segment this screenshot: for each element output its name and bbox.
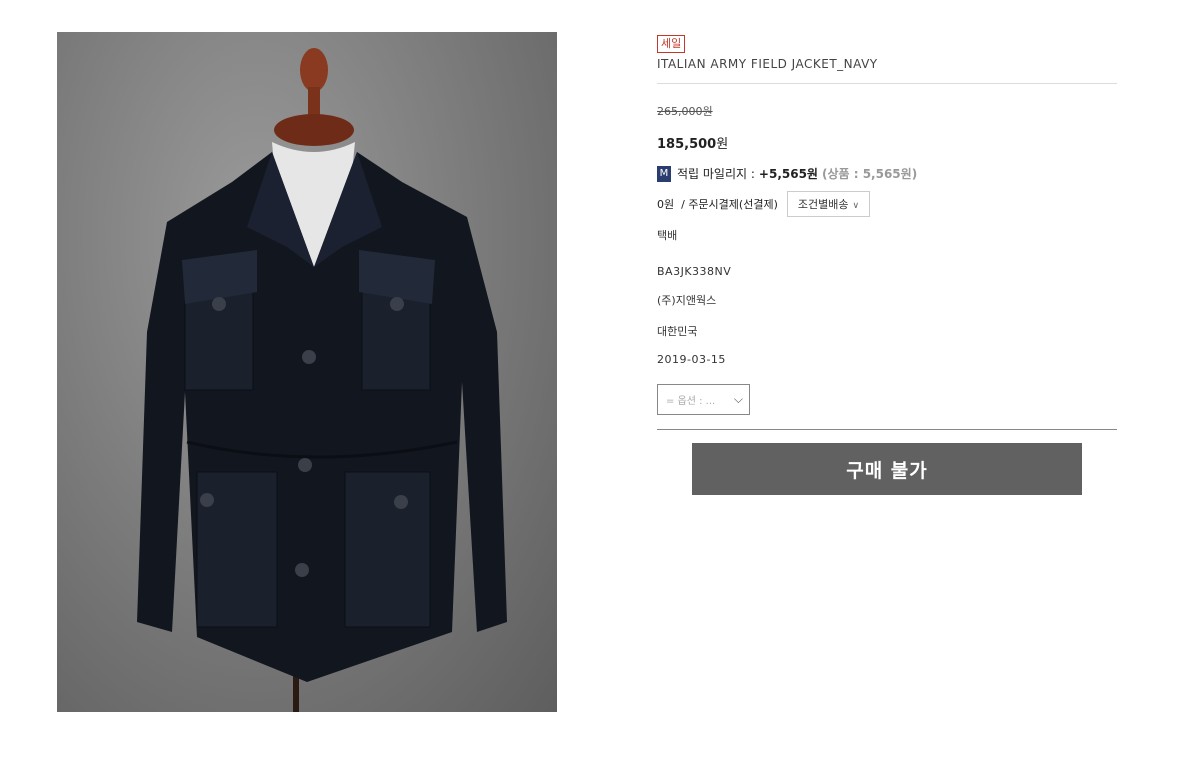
conditional-shipping-button[interactable]: 조건별배송 ∨ bbox=[786, 191, 871, 217]
option-divider bbox=[657, 429, 1117, 430]
shipping-row: 0원 / 주문시결제(선결제) 조건별배송 ∨ bbox=[657, 191, 1117, 217]
mileage-icon: M bbox=[657, 165, 671, 182]
option-select[interactable]: = 옵션 : ... ⌵ bbox=[657, 384, 750, 415]
mileage-label: 적립 마일리지 : bbox=[677, 167, 755, 181]
product-info-panel: 세일 ITALIAN ARMY FIELD JACKET_NAVY 265,00… bbox=[657, 32, 1117, 430]
mileage-row: M 적립 마일리지 : +5,565원 (상품 : 5,565원) bbox=[657, 165, 1117, 182]
jacket-illustration bbox=[137, 48, 507, 712]
chevron-down-icon: ∨ bbox=[852, 201, 860, 211]
option-placeholder: = 옵션 : ... bbox=[666, 396, 716, 407]
mileage-amount: +5,565원 bbox=[758, 167, 818, 181]
chevron-down-icon: ⌵ bbox=[733, 392, 743, 406]
product-title: ITALIAN ARMY FIELD JACKET_NAVY bbox=[657, 57, 878, 71]
sale-badge: 세일 bbox=[657, 35, 686, 53]
mileage-detail: (상품 : 5,565원) bbox=[821, 167, 918, 181]
original-price: 265,000원 bbox=[657, 105, 713, 118]
sale-price-amount: 185,500 bbox=[657, 137, 717, 152]
shipping-fee: 0원 / 주문시결제(선결제) bbox=[657, 198, 778, 211]
manufacturer: (주)지앤웍스 bbox=[657, 294, 717, 307]
shipping-method: 택배 bbox=[657, 229, 678, 242]
product-code: BA3JK338NV bbox=[657, 265, 732, 278]
conditional-shipping-label: 조건별배송 bbox=[797, 198, 849, 211]
buy-button[interactable]: 구매 불가 bbox=[692, 443, 1082, 495]
title-divider bbox=[657, 83, 1117, 84]
sale-price-unit: 원 bbox=[716, 137, 729, 152]
sale-price: 185,500원 bbox=[657, 133, 1117, 152]
country-of-origin: 대한민국 bbox=[657, 325, 698, 338]
product-image bbox=[57, 32, 557, 712]
release-date: 2019-03-15 bbox=[657, 353, 726, 366]
